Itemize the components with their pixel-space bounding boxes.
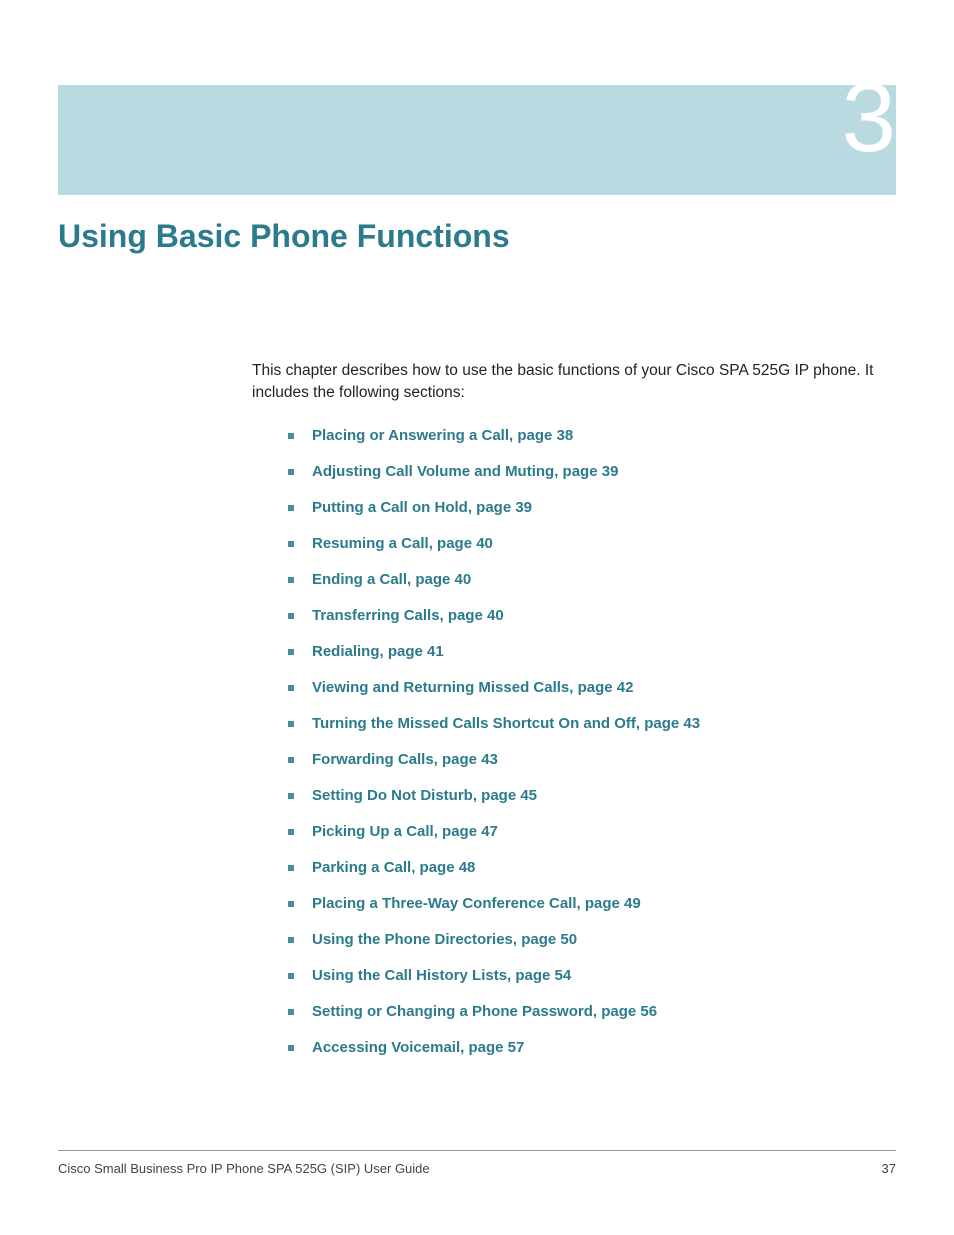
toc-item: Transferring Calls, page 40 (288, 607, 896, 625)
bullet-icon (288, 613, 294, 619)
bullet-icon (288, 685, 294, 691)
toc-item: Using the Phone Directories, page 50 (288, 931, 896, 949)
toc-item: Placing or Answering a Call, page 38 (288, 427, 896, 445)
bullet-icon (288, 757, 294, 763)
toc-link[interactable]: Turning the Missed Calls Shortcut On and… (312, 715, 700, 732)
toc-link[interactable]: Setting Do Not Disturb, page 45 (312, 787, 537, 804)
bullet-icon (288, 973, 294, 979)
chapter-number: 3 (841, 68, 896, 166)
toc-link[interactable]: Resuming a Call, page 40 (312, 535, 493, 552)
bullet-icon (288, 937, 294, 943)
bullet-icon (288, 1045, 294, 1051)
toc-link[interactable]: Viewing and Returning Missed Calls, page… (312, 679, 633, 696)
intro-paragraph: This chapter describes how to use the ba… (252, 360, 896, 403)
toc-link[interactable]: Picking Up a Call, page 47 (312, 823, 498, 840)
toc-link[interactable]: Using the Phone Directories, page 50 (312, 931, 577, 948)
toc-item: Redialing, page 41 (288, 643, 896, 661)
bullet-icon (288, 901, 294, 907)
bullet-icon (288, 649, 294, 655)
page-footer: Cisco Small Business Pro IP Phone SPA 52… (58, 1150, 896, 1176)
toc-link[interactable]: Putting a Call on Hold, page 39 (312, 499, 532, 516)
bullet-icon (288, 433, 294, 439)
toc-item: Turning the Missed Calls Shortcut On and… (288, 715, 896, 733)
bullet-icon (288, 865, 294, 871)
chapter-title: Using Basic Phone Functions (58, 218, 510, 255)
toc-item: Resuming a Call, page 40 (288, 535, 896, 553)
toc-list: Placing or Answering a Call, page 38 Adj… (252, 427, 896, 1057)
bullet-icon (288, 829, 294, 835)
toc-item: Ending a Call, page 40 (288, 571, 896, 589)
toc-link[interactable]: Placing or Answering a Call, page 38 (312, 427, 573, 444)
toc-item: Viewing and Returning Missed Calls, page… (288, 679, 896, 697)
toc-link[interactable]: Setting or Changing a Phone Password, pa… (312, 1003, 657, 1020)
toc-link[interactable]: Forwarding Calls, page 43 (312, 751, 498, 768)
bullet-icon (288, 793, 294, 799)
toc-item: Forwarding Calls, page 43 (288, 751, 896, 769)
toc-link[interactable]: Ending a Call, page 40 (312, 571, 471, 588)
footer-page-number: 37 (882, 1161, 896, 1176)
toc-link[interactable]: Accessing Voicemail, page 57 (312, 1039, 524, 1056)
bullet-icon (288, 505, 294, 511)
footer-guide-title: Cisco Small Business Pro IP Phone SPA 52… (58, 1161, 430, 1176)
bullet-icon (288, 469, 294, 475)
toc-item: Using the Call History Lists, page 54 (288, 967, 896, 985)
toc-item: Parking a Call, page 48 (288, 859, 896, 877)
bullet-icon (288, 721, 294, 727)
toc-item: Setting or Changing a Phone Password, pa… (288, 1003, 896, 1021)
toc-item: Picking Up a Call, page 47 (288, 823, 896, 841)
chapter-banner (58, 85, 896, 195)
toc-item: Placing a Three-Way Conference Call, pag… (288, 895, 896, 913)
toc-item: Putting a Call on Hold, page 39 (288, 499, 896, 517)
bullet-icon (288, 1009, 294, 1015)
toc-link[interactable]: Adjusting Call Volume and Muting, page 3… (312, 463, 618, 480)
content-area: This chapter describes how to use the ba… (252, 360, 896, 1075)
toc-link[interactable]: Transferring Calls, page 40 (312, 607, 504, 624)
toc-link[interactable]: Using the Call History Lists, page 54 (312, 967, 571, 984)
toc-link[interactable]: Redialing, page 41 (312, 643, 444, 660)
toc-link[interactable]: Parking a Call, page 48 (312, 859, 475, 876)
toc-item: Adjusting Call Volume and Muting, page 3… (288, 463, 896, 481)
toc-item: Setting Do Not Disturb, page 45 (288, 787, 896, 805)
bullet-icon (288, 577, 294, 583)
toc-link[interactable]: Placing a Three-Way Conference Call, pag… (312, 895, 641, 912)
toc-item: Accessing Voicemail, page 57 (288, 1039, 896, 1057)
bullet-icon (288, 541, 294, 547)
